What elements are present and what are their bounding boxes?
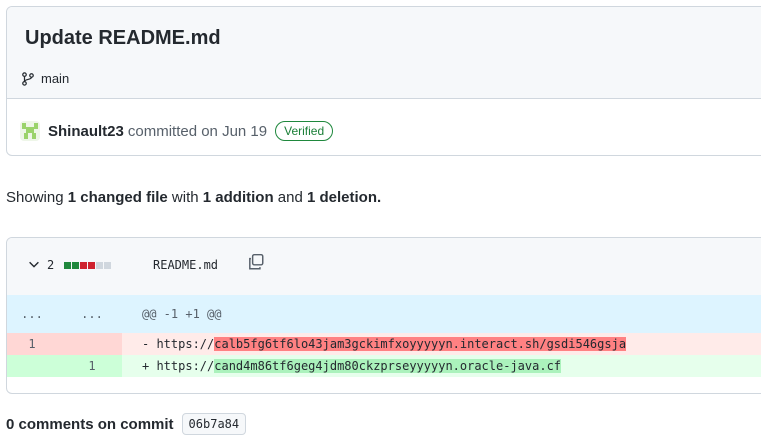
summary-prefix: Showing [6,189,64,206]
added-prefix: + https:// [142,359,215,373]
diffstat-square-del [88,262,95,269]
diffstat-square-del [80,262,87,269]
commit-header-box: Update README.md main Shinault23 committ… [6,6,761,156]
git-branch-icon [22,71,34,86]
hunk-old-ln[interactable]: ... [7,295,57,333]
added-line-code: + https://cand4m86tf6geg4jdm80ckzprseyyy… [142,355,562,377]
summary-changed[interactable]: 1 changed file [68,189,168,206]
summary-deletions: 1 deletion. [307,189,382,206]
deleted-line-code: - https://calb5fg6tf6lo43jam3gckimfxoyyy… [142,333,627,355]
diffstat-square-add [64,262,71,269]
hunk-header: @@ -1 +1 @@ [142,307,222,321]
deleted-prefix: - https:// [142,337,215,351]
summary-with: with [171,189,199,206]
change-count: 2 [47,258,55,272]
commit-title-section: Update README.md main [7,7,761,99]
hunk-header-row[interactable]: ... ... @@ -1 +1 @@ [7,295,761,333]
deleted-highlight: calb5fg6tf6lo43jam3gckimfxoyyyyyn.intera… [214,337,627,351]
commit-sha[interactable]: 06b7a84 [181,413,247,435]
branch-label[interactable]: main [21,71,69,86]
added-highlight: cand4m86tf6geg4jdm80ckzprseyyyyyn.oracle… [214,359,562,373]
diffstat-bar [64,262,111,269]
branch-name: main [41,71,70,86]
comments-label: 0 comments on commit [6,415,174,433]
commit-meta: Shinault23 committed on Jun 19 Verified [20,121,334,141]
diffstat-square-add [72,262,79,269]
file-diff: 2 README.md ... ... @@ -1 +1 @@ 1 - http… [6,237,761,394]
summary-additions: 1 addition [202,189,274,206]
summary-and: and [277,189,303,206]
diffstat-square-neutral [96,262,103,269]
verified-badge[interactable]: Verified [275,121,334,141]
hunk-new-ln[interactable]: ... [67,295,117,333]
deleted-line-row: 1 - https://calb5fg6tf6lo43jam3gckimfxoy… [7,333,761,355]
diffstat-square-neutral [104,262,111,269]
commit-date-text: committed on Jun 19 [127,122,268,140]
comments-heading: 0 comments on commit 06b7a84 [6,413,247,435]
file-name-link[interactable]: README.md [153,258,218,272]
file-header: 2 README.md [7,238,761,296]
diff-summary: Showing 1 changed file with 1 addition a… [6,189,381,206]
added-line-row: 1 + https://cand4m86tf6geg4jdm80ckzprsey… [7,355,761,377]
deleted-line-number[interactable]: 1 [7,333,57,355]
commit-author-link[interactable]: Shinault23 [48,123,124,140]
copy-icon[interactable] [247,253,265,271]
user-avatar[interactable] [20,121,40,141]
commit-title: Update README.md [25,27,221,49]
chevron-down-icon[interactable] [27,257,41,271]
added-line-number[interactable]: 1 [67,355,117,377]
